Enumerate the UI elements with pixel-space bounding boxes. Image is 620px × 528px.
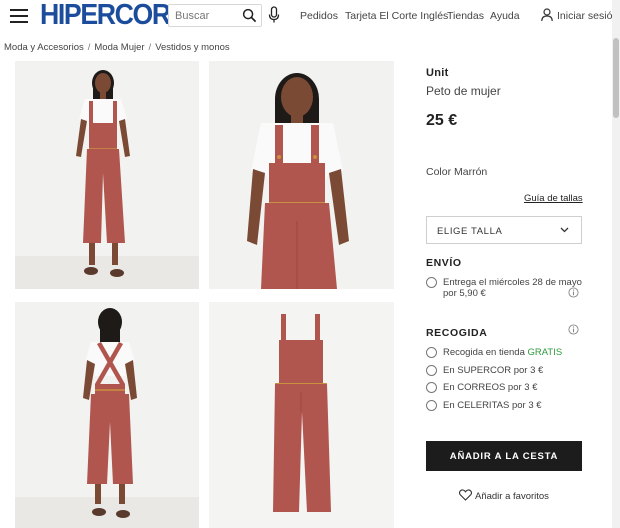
site-logo[interactable]: HIPERCOR xyxy=(40,0,171,30)
product-color: Color Marrón xyxy=(426,166,488,178)
breadcrumb-item[interactable]: Moda Mujer xyxy=(94,42,144,53)
shipping-text-line1: Entrega el miércoles 28 de mayo xyxy=(443,277,582,288)
nav-ayuda[interactable]: Ayuda xyxy=(490,10,520,22)
breadcrumb-item[interactable]: Vestidos y monos xyxy=(155,42,229,53)
model-front-photo xyxy=(15,61,199,289)
product-flat-photo xyxy=(209,302,394,528)
product-name: Peto de mujer xyxy=(426,84,501,98)
breadcrumb-item[interactable]: Moda y Accesorios xyxy=(4,42,84,53)
product-image-front[interactable] xyxy=(15,61,199,289)
microphone-icon[interactable] xyxy=(268,6,280,24)
breadcrumb-separator: / xyxy=(87,42,91,53)
shipping-text-line2: por 5,90 € xyxy=(443,288,486,299)
menu-icon[interactable] xyxy=(10,8,28,24)
search-input[interactable] xyxy=(175,8,241,23)
pickup-option-label: En CORREOS por 3 € xyxy=(443,382,538,393)
nav-tiendas[interactable]: Tiendas xyxy=(447,10,484,22)
info-icon[interactable] xyxy=(568,287,579,298)
pickup-title: RECOGIDA xyxy=(426,327,488,339)
pickup-option-label: En SUPERCOR por 3 € xyxy=(443,365,544,376)
scrollbar[interactable] xyxy=(612,0,620,528)
heart-icon xyxy=(459,489,472,501)
site-header: HIPERCOR Pedidos Tarjeta El Corte Inglés… xyxy=(0,0,618,34)
pickup-option-label: Recogida en tienda GRATIS xyxy=(443,347,562,358)
breadcrumb: Moda y Accesorios / Moda Mujer / Vestidos y … xyxy=(4,42,230,53)
nav-tarjeta[interactable]: Tarjeta El Corte Inglés xyxy=(345,10,448,22)
size-select-label: ELIGE TALLA xyxy=(437,226,503,237)
model-closeup-photo xyxy=(209,61,394,289)
favorites-label: Añadir a favoritos xyxy=(475,491,549,502)
chevron-down-icon xyxy=(560,227,569,233)
pickup-radio[interactable] xyxy=(426,347,437,358)
product-image-flat[interactable] xyxy=(209,302,394,528)
product-price: 25 € xyxy=(426,112,458,129)
product-image-back[interactable] xyxy=(15,302,199,528)
pickup-option-label: En CELERITAS por 3 € xyxy=(443,400,542,411)
pickup-radio[interactable] xyxy=(426,365,437,376)
pickup-store-text: Recogida en tienda xyxy=(443,347,525,358)
search-box xyxy=(168,4,262,27)
login-label: Iniciar sesión xyxy=(557,10,619,22)
add-to-cart-button[interactable]: AÑADIR A LA CESTA xyxy=(426,441,582,471)
shipping-radio[interactable] xyxy=(426,277,437,288)
info-icon[interactable] xyxy=(568,324,579,335)
model-back-photo xyxy=(15,302,199,528)
breadcrumb-separator: / xyxy=(148,42,152,53)
size-guide-link[interactable]: Guía de tallas xyxy=(524,193,583,204)
size-select[interactable]: ELIGE TALLA xyxy=(426,216,582,244)
shipping-title: ENVÍO xyxy=(426,257,462,269)
scrollbar-thumb[interactable] xyxy=(613,38,619,118)
pickup-radio[interactable] xyxy=(426,382,437,393)
nav-pedidos[interactable]: Pedidos xyxy=(300,10,338,22)
free-badge: GRATIS xyxy=(527,347,563,358)
user-icon xyxy=(541,8,553,22)
product-brand[interactable]: Unit xyxy=(426,67,449,79)
search-icon[interactable] xyxy=(242,8,257,23)
product-image-closeup[interactable] xyxy=(209,61,394,289)
pickup-radio[interactable] xyxy=(426,400,437,411)
